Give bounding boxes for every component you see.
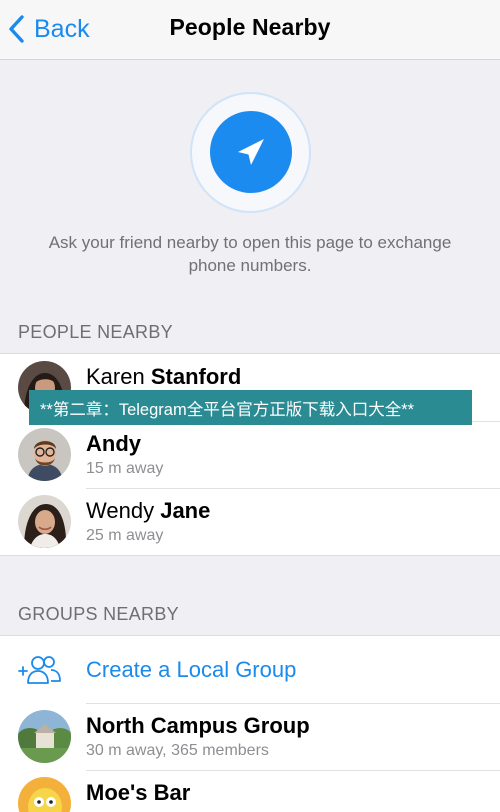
first-name: Karen (86, 364, 145, 389)
person-distance: 15 m away (86, 460, 164, 477)
people-list: Karen Stanford Andy 15 m away Wendy Jane… (0, 353, 500, 556)
group-name: North Campus Group (86, 713, 310, 739)
person-name: Karen Stanford (86, 364, 241, 390)
person-name: Wendy Jane (86, 498, 210, 524)
person-name: Andy (86, 431, 141, 457)
last-name: Jane (160, 498, 211, 523)
avatar (18, 428, 71, 481)
person-distance: 25 m away (86, 527, 164, 544)
avatar (18, 777, 71, 812)
group-row[interactable]: North Campus Group 30 m away, 365 member… (0, 703, 500, 770)
create-local-group-row[interactable]: Create a Local Group (0, 636, 500, 703)
navigation-bar: Back People Nearby (0, 0, 500, 60)
hero-section: Ask your friend nearby to open this page… (0, 61, 500, 321)
groups-nearby-header: GROUPS NEARBY (18, 604, 179, 624)
hint-text: Ask your friend nearby to open this page… (48, 233, 452, 275)
person-row[interactable]: Wendy Jane 25 m away (0, 488, 500, 555)
page-title: People Nearby (169, 14, 331, 40)
avatar (18, 495, 71, 548)
last-name: Andy (86, 431, 141, 456)
people-nearby-header: PEOPLE NEARBY (18, 322, 173, 342)
group-name: Moe's Bar (86, 780, 190, 806)
add-group-icon (18, 656, 61, 684)
group-row[interactable]: Moe's Bar (0, 770, 500, 812)
location-button[interactable] (210, 111, 292, 193)
location-arrow-icon (238, 139, 264, 165)
create-local-group-label: Create a Local Group (86, 657, 297, 682)
overlay-banner: **第二章：Telegram全平台官方正版下载入口大全** (29, 390, 472, 425)
avatar (18, 710, 71, 763)
groups-list: Create a Local Group North Campus Group … (0, 635, 500, 812)
group-title: North Campus Group (86, 713, 310, 738)
person-row[interactable]: Andy 15 m away (0, 421, 500, 488)
group-title: Moe's Bar (86, 780, 191, 805)
first-name: Wendy (86, 498, 155, 523)
group-info: 30 m away, 365 members (86, 742, 269, 759)
last-name: Stanford (150, 364, 242, 389)
